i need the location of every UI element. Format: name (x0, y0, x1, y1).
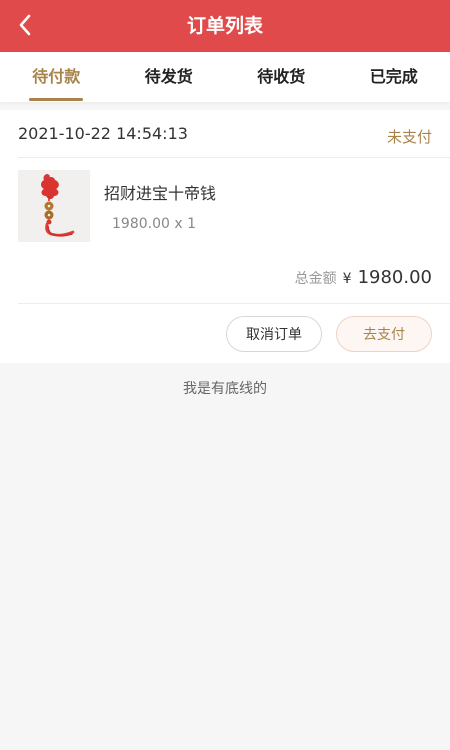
divider (18, 157, 450, 158)
divider (18, 303, 450, 304)
order-status-badge: 未支付 (386, 128, 432, 146)
tab-completed[interactable]: 已完成 (338, 52, 450, 102)
order-card[interactable]: 2021-10-22 14:54:13 未支付 招财进宝十帝钱 1980.00 … (0, 110, 450, 363)
order-date: 2021-10-22 14:54:13 (18, 124, 188, 143)
tab-pending-shipment[interactable]: 待发货 (113, 52, 226, 102)
order-tabs: 待付款 待发货 待收货 已完成 (0, 52, 450, 102)
product-name[interactable]: 招财进宝十帝钱 (104, 180, 216, 204)
order-total: 总金额 ¥ 1980.00 (295, 267, 432, 288)
pay-button[interactable]: 去支付 (336, 316, 432, 352)
total-amount: 1980.00 (357, 267, 432, 288)
end-of-list-text: 我是有底线的 (183, 381, 267, 397)
tab-pending-payment[interactable]: 待付款 (0, 52, 113, 102)
tab-pending-receipt[interactable]: 待收货 (225, 52, 338, 102)
currency-symbol: ¥ (342, 271, 352, 287)
page-title: 订单列表 (186, 15, 263, 37)
app-header: 订单列表 (0, 0, 450, 52)
product-thumbnail[interactable] (18, 170, 90, 242)
product-price-quantity: 1980.00 x 1 (112, 216, 196, 232)
total-label: 总金额 (294, 271, 337, 287)
cancel-order-button[interactable]: 取消订单 (226, 316, 322, 352)
chinese-knot-tassel-image (18, 170, 90, 242)
